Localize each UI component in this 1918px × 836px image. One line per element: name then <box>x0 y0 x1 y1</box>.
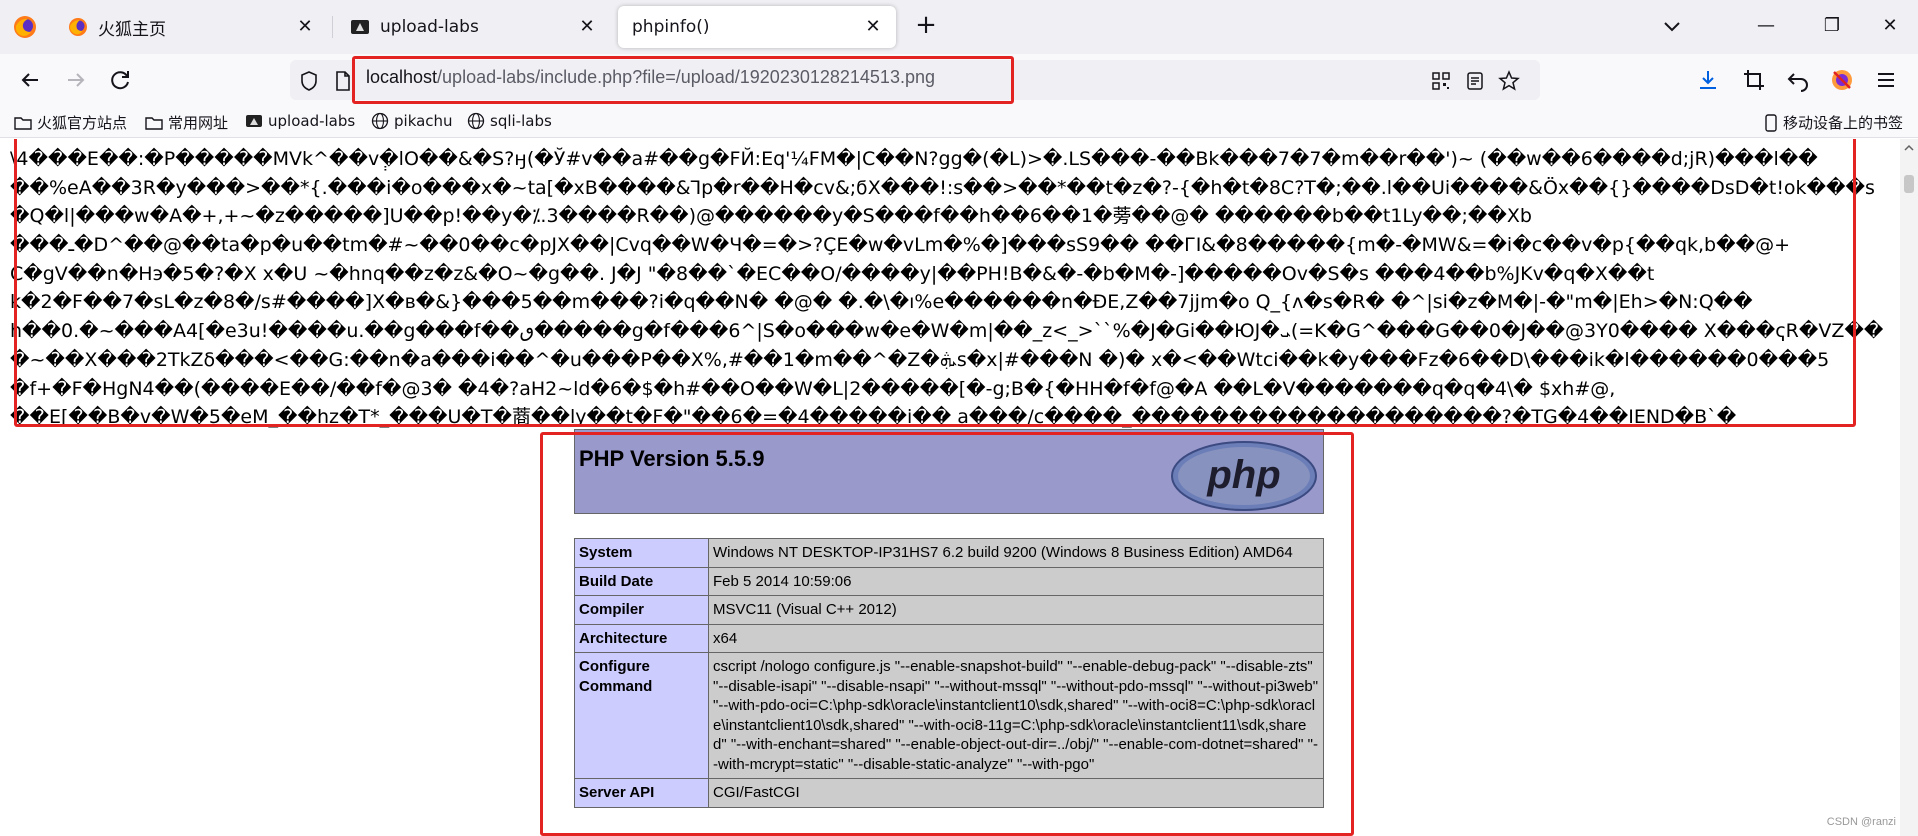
scrollbar-thumb[interactable] <box>1904 175 1914 193</box>
scroll-up-arrow-icon[interactable] <box>1904 143 1914 153</box>
close-window-button[interactable]: ✕ <box>1870 10 1910 42</box>
bookmark-label: 常用网址 <box>168 114 229 132</box>
url-highlight-box <box>352 56 1014 104</box>
restore-button[interactable]: ❐ <box>1812 10 1852 42</box>
bookmark-star-icon[interactable] <box>1498 70 1520 92</box>
mobile-device-icon <box>1765 113 1777 132</box>
folder-icon <box>145 116 163 130</box>
reader-view-icon[interactable] <box>1464 70 1486 92</box>
bookmark-label: sqli-labs <box>490 112 552 130</box>
phpinfo-highlight-box <box>540 432 1354 836</box>
upload-labs-icon <box>351 20 369 34</box>
forward-icon[interactable] <box>62 66 90 94</box>
bookmarks-toolbar: 火狐官方站点 常用网址 upload-labs pikachu sqli-lab… <box>0 106 1918 138</box>
reload-icon[interactable] <box>106 66 134 94</box>
firefox-view-icon[interactable] <box>12 14 38 40</box>
globe-icon <box>371 112 389 130</box>
tab-label: phpinfo() <box>632 17 710 37</box>
bookmark-label: 移动设备上的书签 <box>1783 114 1904 132</box>
minimize-button[interactable]: — <box>1746 10 1786 42</box>
tab-close-icon[interactable]: ✕ <box>862 16 884 38</box>
bookmark-label: upload-labs <box>268 112 356 130</box>
folder-icon <box>14 116 32 130</box>
tab-firefox-home[interactable]: 火狐主页 ✕ <box>56 6 328 48</box>
mobile-bookmarks[interactable]: 移动设备上的书签 <box>1764 112 1903 133</box>
bookmark-common-sites[interactable]: 常用网址 <box>145 112 228 133</box>
screenshot-crop-icon[interactable] <box>1740 66 1768 94</box>
tab-label: upload-labs <box>380 17 479 37</box>
tab-label: 火狐主页 <box>98 19 166 40</box>
tab-upload-labs[interactable]: upload-labs ✕ <box>338 6 610 48</box>
globe-icon <box>467 112 485 130</box>
page-content: \4���E��:�P�����MVk^��v݄�lO��&�S?ӈ(�Ў#v�… <box>0 139 1918 836</box>
extension-icon[interactable] <box>1828 66 1856 94</box>
tab-close-icon[interactable]: ✕ <box>576 16 598 38</box>
shield-icon[interactable] <box>298 70 320 92</box>
bookmark-pikachu[interactable]: pikachu <box>371 112 453 130</box>
bookmark-firefox-official[interactable]: 火狐官方站点 <box>14 112 127 133</box>
undo-icon[interactable] <box>1784 66 1812 94</box>
downloads-icon[interactable] <box>1694 66 1722 94</box>
list-all-tabs-icon[interactable] <box>1660 14 1684 38</box>
bookmark-label: pikachu <box>394 112 453 130</box>
bookmark-sqli-labs[interactable]: sqli-labs <box>467 112 552 130</box>
tab-strip: 火狐主页 ✕ upload-labs ✕ phpinfo() ✕ + — ❐ ✕ <box>0 0 1918 54</box>
back-icon[interactable] <box>16 66 44 94</box>
qr-code-icon[interactable] <box>1430 70 1452 92</box>
upload-labs-icon <box>246 115 262 127</box>
bookmark-upload-labs[interactable]: upload-labs <box>245 112 355 130</box>
vertical-scrollbar[interactable] <box>1900 139 1918 836</box>
watermark: CSDN @ranzi <box>1826 816 1896 828</box>
tab-separator <box>332 16 333 38</box>
tab-phpinfo[interactable]: phpinfo() ✕ <box>618 6 896 48</box>
bookmark-label: 火狐官方站点 <box>37 114 128 132</box>
tab-close-icon[interactable]: ✕ <box>294 16 316 38</box>
garbage-highlight-box <box>14 139 1856 427</box>
page-icon[interactable] <box>332 70 354 92</box>
menu-icon[interactable] <box>1872 66 1900 94</box>
firefox-icon <box>69 18 87 36</box>
new-tab-button[interactable]: + <box>912 12 940 40</box>
